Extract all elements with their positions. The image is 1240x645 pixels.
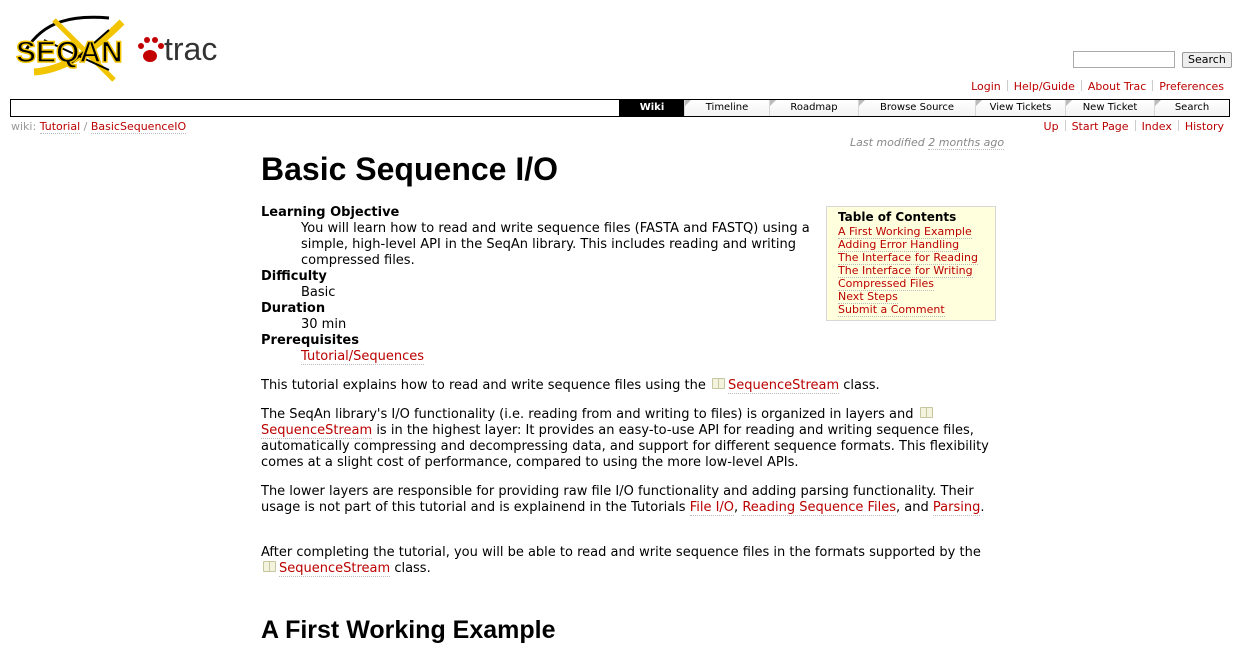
up-link[interactable]: Up xyxy=(1044,120,1059,133)
paragraph-layers: The SeqAn library's I/O functionality (i… xyxy=(261,407,989,470)
seqan-logo-graphic: SEQAN trac xyxy=(15,15,217,82)
book-icon xyxy=(263,561,276,572)
difficulty-label: Difficulty xyxy=(261,269,327,284)
toc-item[interactable]: Submit a Comment xyxy=(838,303,945,317)
paragraph-lower-layers: The lower layers are responsible for pro… xyxy=(261,484,985,516)
duration-label: Duration xyxy=(261,301,326,316)
difficulty-value: Basic xyxy=(301,285,336,300)
login-link[interactable]: Login xyxy=(971,80,1001,93)
tab-timeline[interactable]: Timeline xyxy=(684,100,769,116)
index-link[interactable]: Index xyxy=(1142,120,1172,133)
objective-label: Learning Objective xyxy=(261,205,400,220)
main-nav: Wiki Timeline Roadmap Browse Source View… xyxy=(10,99,1230,117)
prerequisites-label: Prerequisites xyxy=(261,333,359,348)
seqan-wordmark: SEQAN xyxy=(16,36,123,69)
duration-value: 30 min xyxy=(301,317,347,332)
toc-item[interactable]: The Interface for Writing xyxy=(838,264,973,278)
preferences-link[interactable]: Preferences xyxy=(1159,80,1224,93)
trac-wordmark: trac xyxy=(164,31,217,67)
sequencestream-link[interactable]: SequenceStream xyxy=(727,378,840,394)
history-link[interactable]: History xyxy=(1185,120,1224,133)
reading-sequence-files-link[interactable]: Reading Sequence Files xyxy=(742,500,897,516)
table-of-contents: Table of Contents A First Working Exampl… xyxy=(826,206,996,321)
toc-title: Table of Contents xyxy=(838,210,957,224)
breadcrumb-prefix: wiki: xyxy=(11,120,37,133)
search-input[interactable] xyxy=(1073,51,1175,68)
sequencestream-link[interactable]: SequenceStream xyxy=(279,561,391,577)
toc-item[interactable]: Adding Error Handling xyxy=(838,238,960,252)
prerequisite-link[interactable]: Tutorial/Sequences xyxy=(301,349,425,365)
toc-item[interactable]: Next Steps xyxy=(838,290,898,304)
help-guide-link[interactable]: Help/Guide xyxy=(1014,80,1075,93)
about-trac-link[interactable]: About Trac xyxy=(1088,80,1146,93)
tab-browse-source[interactable]: Browse Source xyxy=(858,100,975,116)
last-modified: Last modified 2 months ago xyxy=(850,136,1005,150)
objective-text: You will learn how to read and write seq… xyxy=(301,221,810,268)
search-button[interactable]: Search xyxy=(1182,52,1232,68)
breadcrumb-basicsequenceio-link[interactable]: BasicSequenceIO xyxy=(90,120,187,134)
paragraph-intro: This tutorial explains how to read and w… xyxy=(261,378,880,394)
section-heading: A First Working Example xyxy=(261,616,556,644)
context-nav: Up Start Page Index History xyxy=(1044,120,1224,134)
breadcrumb-separator: / xyxy=(83,120,88,133)
tutorial-info: Learning Objective You will learn how to… xyxy=(261,205,821,365)
book-icon xyxy=(711,378,725,389)
sequencestream-link[interactable]: SequenceStream xyxy=(261,423,373,439)
breadcrumb-tutorial-link[interactable]: Tutorial xyxy=(39,120,81,134)
last-modified-link[interactable]: 2 months ago xyxy=(928,136,1005,150)
start-page-link[interactable]: Start Page xyxy=(1072,120,1129,133)
paragraph-completion: After completing the tutorial, you will … xyxy=(261,545,981,577)
toc-item[interactable]: The Interface for Reading xyxy=(838,251,978,265)
tab-new-ticket[interactable]: New Ticket xyxy=(1065,100,1154,116)
breadcrumb: wiki: Tutorial / BasicSequenceIO xyxy=(11,120,187,134)
tab-search[interactable]: Search xyxy=(1154,100,1229,116)
tab-roadmap[interactable]: Roadmap xyxy=(769,100,858,116)
meta-nav: Login Help/Guide About Trac Preferences xyxy=(971,80,1224,94)
parsing-link[interactable]: Parsing xyxy=(932,500,981,516)
site-logo[interactable]: SEQAN trac xyxy=(14,10,229,82)
file-io-link[interactable]: File I/O xyxy=(689,500,735,516)
tab-wiki[interactable]: Wiki xyxy=(619,100,684,116)
toc-item[interactable]: Compressed Files xyxy=(838,277,935,291)
book-icon xyxy=(919,407,933,418)
page-title: Basic Sequence I/O xyxy=(261,151,559,187)
toc-item[interactable]: A First Working Example xyxy=(838,225,972,239)
tab-view-tickets[interactable]: View Tickets xyxy=(975,100,1065,116)
paw-icon xyxy=(138,37,164,62)
